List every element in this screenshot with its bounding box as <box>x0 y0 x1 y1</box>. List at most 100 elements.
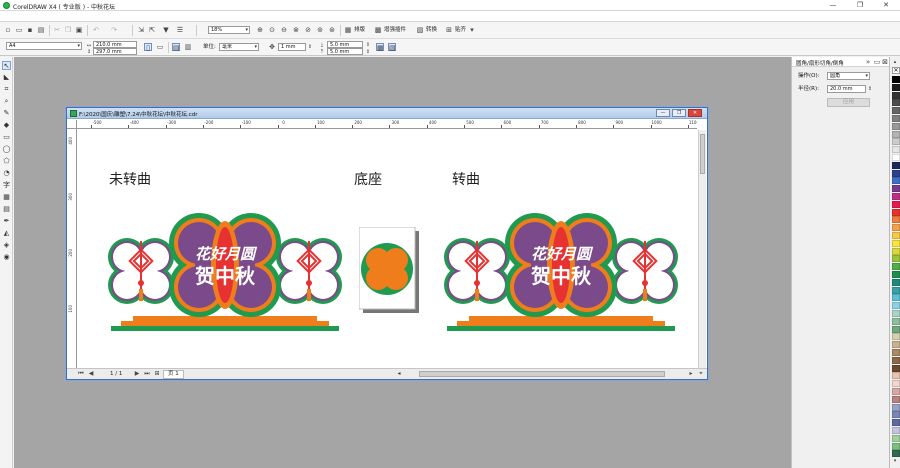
navigator-icon[interactable]: ⌖ <box>697 370 705 378</box>
color-swatch[interactable] <box>892 333 900 341</box>
prev-page-icon[interactable]: ◀ <box>87 370 95 378</box>
color-swatch[interactable] <box>892 76 900 83</box>
ellipse-tool-icon[interactable]: ◯ <box>2 145 11 154</box>
redo-icon[interactable]: ↷ <box>110 26 118 34</box>
export-icon[interactable]: ⇱ <box>148 26 156 34</box>
zoom-tool-icon[interactable]: ⌕ <box>2 97 11 106</box>
radius-field[interactable]: 20.0 mm <box>827 85 866 93</box>
pick-tool-icon[interactable]: ↖ <box>2 61 11 70</box>
zoom-level-select[interactable]: 18% ▾ <box>208 26 250 34</box>
new-document-icon[interactable]: ▫ <box>4 26 12 34</box>
smart-fill-tool-icon[interactable]: ◆ <box>2 121 11 130</box>
color-swatch[interactable] <box>892 200 900 208</box>
color-swatch[interactable] <box>892 255 900 263</box>
color-swatch[interactable] <box>892 107 900 115</box>
no-color-swatch[interactable]: ✕ <box>892 67 900 74</box>
freehand-tool-icon[interactable]: ✎ <box>2 109 11 118</box>
zoom-width-icon[interactable]: ⊘ <box>304 26 312 34</box>
scroll-left-icon[interactable]: ◂ <box>395 370 403 378</box>
cut-icon[interactable]: ✂ <box>53 26 61 34</box>
save-icon[interactable]: ▪ <box>26 26 34 34</box>
duplicate-x-field[interactable]: 5.0 mm <box>327 41 363 48</box>
publish-pdf-icon[interactable]: ▼ <box>162 26 170 34</box>
color-swatch[interactable] <box>892 341 900 349</box>
horizontal-ruler[interactable]: -500 -400 -300 -200 -100 0 100 200 300 400 500 600 7… <box>77 120 697 129</box>
flower-bed-sign-curved[interactable]: 花好月圆 贺中秋 <box>433 213 689 343</box>
color-swatch[interactable] <box>892 232 900 239</box>
table-tool-icon[interactable]: ▦ <box>2 193 11 202</box>
add-page-icon[interactable]: ⊞ <box>153 370 161 378</box>
fill-tool-icon[interactable]: ◈ <box>2 241 11 250</box>
color-swatch[interactable] <box>892 395 900 403</box>
color-swatch[interactable] <box>892 364 900 372</box>
units-select[interactable]: 毫米 ▾ <box>219 43 259 51</box>
vertical-ruler[interactable]: 400 300 200 100 <box>67 129 77 372</box>
doc-restore-button[interactable]: ❐ <box>672 109 686 117</box>
nudge-distance-field[interactable]: 1 mm <box>278 43 306 51</box>
color-swatch[interactable] <box>892 442 900 450</box>
paste-icon[interactable]: ▣ <box>75 26 83 34</box>
color-swatch[interactable] <box>892 310 900 317</box>
current-page-icon[interactable]: ▥ <box>184 43 192 51</box>
color-swatch[interactable] <box>892 208 900 216</box>
copy-icon[interactable]: ❐ <box>64 26 72 34</box>
print-icon[interactable]: ▤ <box>37 26 45 34</box>
outline-tool-icon[interactable]: ◭ <box>2 229 11 238</box>
zoom-out-icon[interactable]: ⊖ <box>280 26 288 34</box>
vertical-scroll-thumb[interactable] <box>700 134 705 174</box>
import-icon[interactable]: ⇲ <box>137 26 145 34</box>
doc-minimize-button[interactable]: — <box>656 109 670 117</box>
color-swatch[interactable] <box>892 294 900 302</box>
color-swatch[interactable] <box>892 278 900 286</box>
color-swatch[interactable] <box>892 122 900 130</box>
color-swatch[interactable] <box>892 216 900 224</box>
color-swatch[interactable] <box>892 286 900 294</box>
color-swatch[interactable] <box>892 138 900 146</box>
edit-across-layers-icon[interactable]: ▧ <box>388 43 396 52</box>
radius-spinner-icon[interactable]: ⇕ <box>866 85 874 93</box>
docker-expand-icon[interactable]: » <box>864 58 872 66</box>
text-tool-icon[interactable]: 字 <box>2 181 11 190</box>
color-swatch[interactable] <box>892 115 900 122</box>
color-swatch[interactable] <box>892 161 900 169</box>
horizontal-scroll-thumb[interactable] <box>419 371 665 377</box>
basic-shapes-tool-icon[interactable]: ◔ <box>2 169 11 178</box>
open-icon[interactable]: ▭ <box>15 26 23 34</box>
ruler-origin[interactable] <box>67 120 77 129</box>
color-swatch[interactable] <box>892 239 900 247</box>
color-swatch[interactable] <box>892 247 900 255</box>
interactive-fill-tool-icon[interactable]: ◉ <box>2 253 11 262</box>
color-swatch[interactable] <box>892 411 900 419</box>
color-swatch[interactable] <box>892 419 900 427</box>
portrait-icon[interactable]: ▯ <box>144 43 152 52</box>
color-swatch[interactable] <box>892 224 900 232</box>
close-button[interactable]: ✕ <box>873 0 899 11</box>
color-swatch[interactable] <box>892 185 900 193</box>
apply-button[interactable]: 应用 <box>827 98 870 107</box>
color-swatch[interactable] <box>892 427 900 434</box>
treat-as-filled-icon[interactable]: ▦ <box>376 43 384 52</box>
color-swatch[interactable] <box>892 99 900 107</box>
color-swatch[interactable] <box>892 130 900 138</box>
color-swatch[interactable] <box>892 450 900 458</box>
operation-select[interactable]: 圆角 ▾ <box>827 72 870 80</box>
shape-tool-icon[interactable]: ◣ <box>2 73 11 82</box>
palette-scroll-down-icon[interactable]: ▾ <box>891 457 899 465</box>
minimize-button[interactable]: — <box>820 0 846 11</box>
color-swatch[interactable] <box>892 434 900 442</box>
color-swatch[interactable] <box>892 349 900 356</box>
scroll-right-icon[interactable]: ▸ <box>687 370 695 378</box>
color-swatch[interactable] <box>892 83 900 91</box>
color-swatch[interactable] <box>892 146 900 154</box>
all-pages-icon[interactable]: ▤ <box>172 43 180 52</box>
last-page-icon[interactable]: ⏭ <box>143 370 151 378</box>
zoom-in-icon[interactable]: ⊕ <box>256 26 264 34</box>
paper-size-select[interactable]: A4 ▾ <box>6 42 82 50</box>
color-swatch[interactable] <box>892 356 900 364</box>
page-tab-1[interactable]: 页 1 <box>163 370 184 379</box>
nudge-spinner-icon[interactable]: ⇕ <box>306 43 314 51</box>
color-swatch[interactable] <box>892 271 900 278</box>
page-height-field[interactable]: 297.0 mm <box>93 48 137 55</box>
app-launcher-icon[interactable]: ☰ <box>176 26 184 34</box>
landscape-icon[interactable]: ▭ <box>156 43 164 51</box>
